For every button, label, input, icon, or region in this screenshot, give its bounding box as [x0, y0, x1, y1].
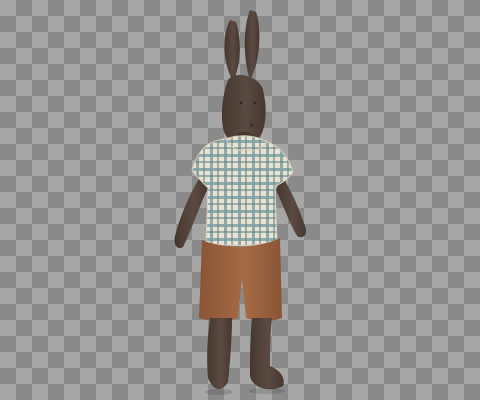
left-eye	[239, 101, 243, 105]
checkerboard-background	[0, 0, 480, 400]
left-foot-shadow	[205, 389, 233, 395]
left-leg	[207, 318, 232, 390]
right-eye	[253, 101, 257, 105]
image-canvas	[0, 0, 480, 400]
right-foot-shadow	[249, 388, 285, 394]
